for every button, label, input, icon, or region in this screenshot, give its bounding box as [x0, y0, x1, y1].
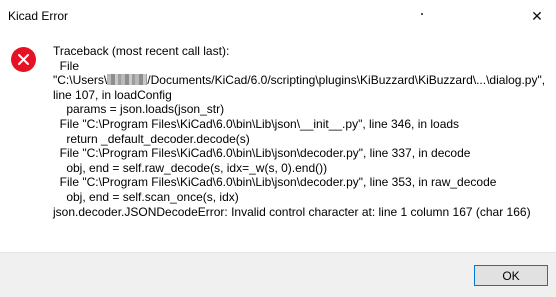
traceback-line: Traceback (most recent call last):	[53, 44, 230, 58]
message-area: Traceback (most recent call last): File …	[0, 33, 556, 248]
redacted-username	[107, 74, 148, 86]
button-bar: OK	[0, 252, 556, 297]
error-icon	[11, 47, 36, 72]
path-prefix: "C:\Users\	[53, 73, 108, 88]
traceback-line: "C:\Users\ /Documents/KiCad/6.0/scripting…	[53, 73, 551, 88]
traceback-line: File "C:\Program Files\KiCad\6.0\bin\Lib…	[53, 175, 497, 190]
close-button[interactable]: ✕	[524, 4, 550, 28]
window-title: Kicad Error	[8, 9, 69, 23]
title-bar: Kicad Error ✕	[0, 0, 556, 33]
error-message: json.decoder.JSONDecodeError: Invalid co…	[53, 204, 531, 219]
traceback-line: File "C:\Program Files\KiCad\6.0\bin\Lib…	[53, 116, 460, 131]
traceback-line: return _default_decoder.decode(s)	[53, 131, 250, 146]
traceback-text: Traceback (most recent call last): File …	[53, 44, 551, 219]
traceback-line: File "C:\Program Files\KiCad\6.0\bin\Lib…	[53, 146, 471, 161]
error-dialog: Kicad Error ✕ Traceback (most recent cal…	[0, 0, 556, 297]
traceback-line: line 107, in loadConfig	[53, 87, 172, 102]
ok-button[interactable]: OK	[474, 265, 548, 286]
close-icon: ✕	[531, 7, 543, 24]
path-suffix: /Documents/KiCad/6.0/scripting\plugins\K…	[147, 73, 546, 88]
traceback-line: obj, end = self.scan_once(s, idx)	[53, 189, 239, 204]
traceback-line: params = json.loads(json_str)	[53, 102, 225, 117]
traceback-line: File	[53, 58, 80, 73]
traceback-line: obj, end = self.raw_decode(s, idx=_w(s, …	[53, 160, 328, 175]
titlebar-artifact	[421, 13, 423, 15]
